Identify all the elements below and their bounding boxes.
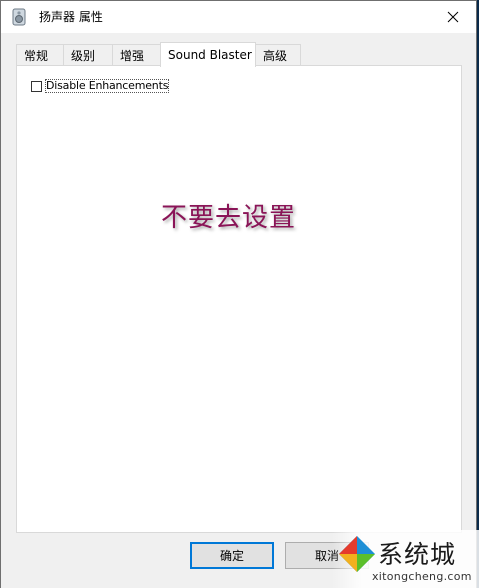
tab-general[interactable]: 常规 <box>16 44 64 66</box>
close-button[interactable] <box>430 1 476 33</box>
disable-enhancements-label[interactable]: Disable Enhancements <box>44 79 170 93</box>
tab-strip: 常规 级别 增强 Sound Blaster 高级 <box>16 42 462 67</box>
watermark-url: xitongcheng.com <box>372 570 472 583</box>
properties-window: 扬声器 属性 常规 级别 增强 Sound Blaster 高级 Disable… <box>0 0 477 588</box>
window-title: 扬声器 属性 <box>39 10 103 24</box>
disable-enhancements-checkbox[interactable] <box>31 80 42 92</box>
ok-button-label: 确定 <box>219 549 244 563</box>
tab-enhancements[interactable]: 增强 <box>112 44 161 66</box>
annotation-text: 不要去设置 <box>161 203 297 233</box>
tab-advanced[interactable]: 高级 <box>255 44 301 66</box>
tab-label: Sound Blaster <box>168 48 252 62</box>
watermark: 系统城 xitongcheng.com <box>332 530 479 588</box>
tab-label: 高级 <box>263 49 288 63</box>
tab-levels[interactable]: 级别 <box>63 44 113 66</box>
watermark-logo-icon <box>337 534 377 578</box>
title-bar: 扬声器 属性 <box>1 1 476 33</box>
watermark-brand: 系统城 <box>378 540 457 569</box>
tab-label: 常规 <box>24 49 49 63</box>
tab-panel: Disable Enhancements 不要去设置 <box>16 65 462 533</box>
speaker-icon <box>11 8 27 26</box>
ok-button[interactable]: 确定 <box>190 542 274 569</box>
tab-sound-blaster[interactable]: Sound Blaster <box>160 42 256 67</box>
close-icon <box>447 8 459 27</box>
tab-label: 级别 <box>71 49 96 63</box>
disable-enhancements-option[interactable]: Disable Enhancements <box>31 79 170 93</box>
tab-label: 增强 <box>120 49 145 63</box>
